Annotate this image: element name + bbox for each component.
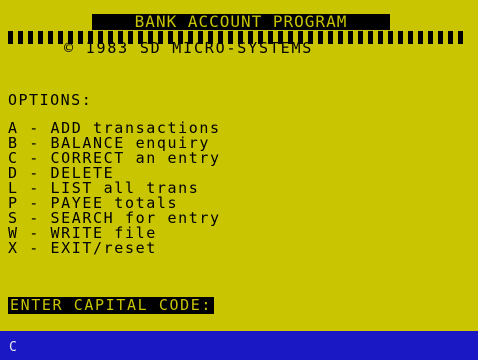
decorative-stripes-right [388,31,463,44]
options-menu: A - ADD transactions B - BALANCE enquiry… [8,121,221,256]
code-prompt: ENTER CAPITAL CODE: [8,296,214,314]
program-title: BANK ACCOUNT PROGRAM [92,14,390,30]
input-line[interactable]: C [0,331,478,360]
spectrum-screen: BANK ACCOUNT PROGRAM © 1983 SD MICRO-SYS… [0,0,478,360]
input-cursor[interactable]: C [9,341,17,355]
options-heading: OPTIONS: [8,91,93,109]
menu-item-exit[interactable]: X - EXIT/reset [8,241,221,256]
copyright-notice: © 1983 SD MICRO-SYSTEMS [64,39,314,57]
